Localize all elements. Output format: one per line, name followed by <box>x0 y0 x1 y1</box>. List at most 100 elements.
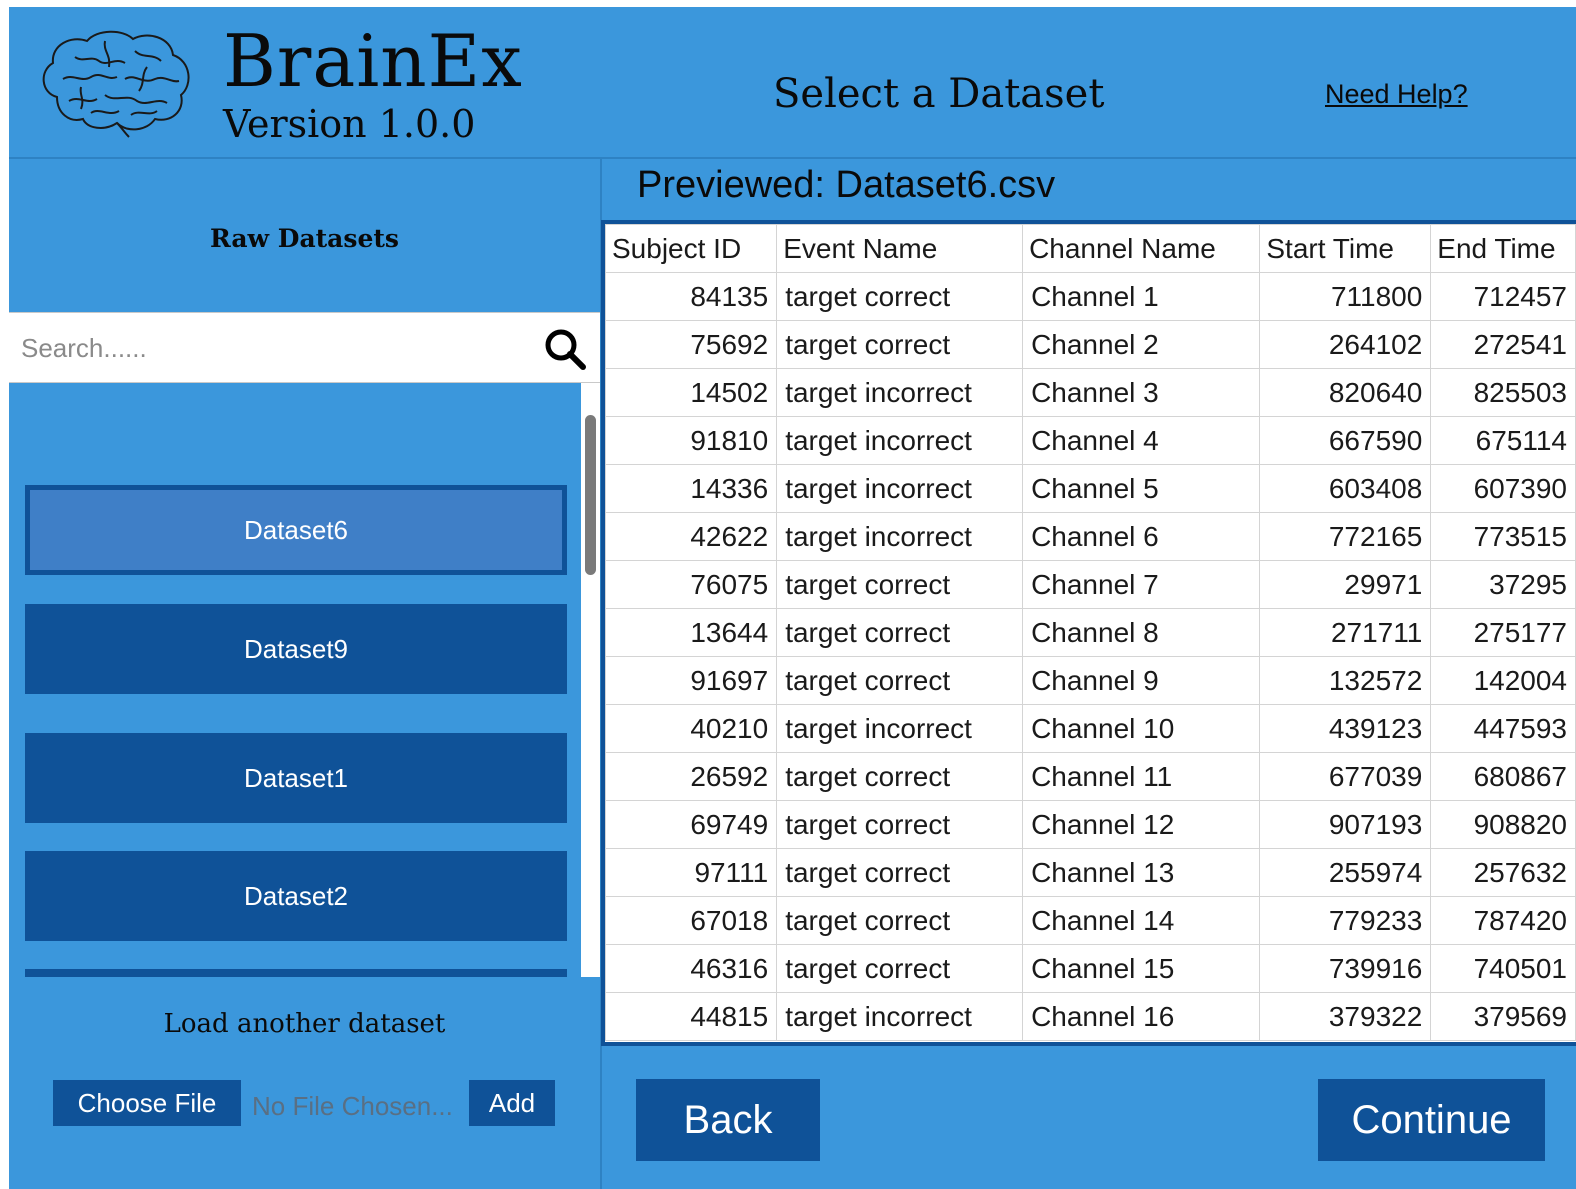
table-row: 44815 target incorrect Channel 16 379322 379… <box>605 992 1576 1041</box>
add-button[interactable]: Add <box>469 1080 555 1126</box>
table-cell: 740501 <box>1430 944 1576 993</box>
dataset-item-dataset9[interactable]: Dataset9 <box>25 604 567 694</box>
table-cell: target correct <box>776 656 1024 705</box>
table-cell: target correct <box>776 944 1024 993</box>
table-row: 91810 target incorrect Channel 4 667590 6751… <box>605 416 1576 465</box>
table-row: 91697 target correct Channel 9 132572 142004 <box>605 656 1576 705</box>
dataset-list-scrollbar[interactable] <box>581 383 600 977</box>
table-cell: 275177 <box>1430 608 1576 657</box>
table-cell: target incorrect <box>776 704 1024 753</box>
table-row: 40210 target incorrect Channel 10 439123 447… <box>605 704 1576 753</box>
table-cell: 739916 <box>1259 944 1432 993</box>
table-row: 13644 target correct Channel 8 271711 275177 <box>605 608 1576 657</box>
dataset-list: Dataset6 Dataset9 Dataset1 Dataset2 <box>9 383 600 977</box>
search-input[interactable] <box>19 325 523 371</box>
dataset-item-dataset1[interactable]: Dataset1 <box>25 733 567 823</box>
table-row: 84135 target correct Channel 1 711800 712457 <box>605 272 1576 321</box>
table-cell: 825503 <box>1430 368 1576 417</box>
table-cell: target incorrect <box>776 512 1024 561</box>
table-cell: 379569 <box>1430 992 1576 1041</box>
table-cell: target correct <box>776 752 1024 801</box>
no-file-chosen-text: No File Chosen... <box>252 1091 453 1121</box>
table-cell: Channel 2 <box>1022 320 1261 369</box>
preview-title: Previewed: Dataset6.csv <box>637 164 1056 206</box>
table-cell: 712457 <box>1430 272 1576 321</box>
table-cell: 76075 <box>605 560 778 609</box>
sidebar: Raw Datasets Dataset6 Dataset9 Dataset1 … <box>9 159 602 1189</box>
app-version: Version 1.0.0 <box>223 102 476 146</box>
table-cell: 779233 <box>1259 896 1432 945</box>
table-row: 97111 target correct Channel 13 255974 25763… <box>605 848 1576 897</box>
table-row: 69749 target correct Channel 12 907193 90882… <box>605 800 1576 849</box>
table-row: 75692 target correct Channel 2 264102 272541 <box>605 320 1576 369</box>
table-row: 67018 target correct Channel 14 779233 78742… <box>605 896 1576 945</box>
table-cell: 13644 <box>605 608 778 657</box>
table-cell: Channel 6 <box>1022 512 1261 561</box>
brain-logo <box>42 30 190 138</box>
table-cell: Channel 11 <box>1022 752 1261 801</box>
table-cell: 26592 <box>605 752 778 801</box>
table-cell: 772165 <box>1259 512 1432 561</box>
app-title: BrainEx <box>223 19 523 103</box>
table-cell: Channel 7 <box>1022 560 1261 609</box>
raw-datasets-title: Raw Datasets <box>209 224 399 253</box>
column-header: Start Time <box>1259 224 1432 273</box>
table-cell: 42622 <box>605 512 778 561</box>
table-cell: 677039 <box>1259 752 1432 801</box>
page-title: Select a Dataset <box>773 71 1105 117</box>
table-row: 42622 target incorrect Channel 6 772165 7735… <box>605 512 1576 561</box>
column-header: Event Name <box>776 224 1024 273</box>
table-cell: 91810 <box>605 416 778 465</box>
table-cell: Channel 5 <box>1022 464 1261 513</box>
continue-button[interactable]: Continue <box>1318 1079 1545 1161</box>
table-cell: Channel 15 <box>1022 944 1261 993</box>
need-help-link[interactable]: Need Help? <box>1325 79 1468 110</box>
table-cell: 132572 <box>1259 656 1432 705</box>
table-cell: 84135 <box>605 272 778 321</box>
table-cell: 14502 <box>605 368 778 417</box>
table-cell: Channel 14 <box>1022 896 1261 945</box>
table-cell: 44815 <box>605 992 778 1041</box>
choose-file-button[interactable]: Choose File <box>53 1080 241 1126</box>
table-cell: Channel 10 <box>1022 704 1261 753</box>
table-cell: 711800 <box>1259 272 1432 321</box>
table-cell: target correct <box>776 608 1024 657</box>
table-cell: 675114 <box>1430 416 1576 465</box>
table-cell: 91697 <box>605 656 778 705</box>
table-cell: 820640 <box>1259 368 1432 417</box>
table-cell: target incorrect <box>776 416 1024 465</box>
table-cell: 603408 <box>1259 464 1432 513</box>
table-cell: target correct <box>776 560 1024 609</box>
table-cell: 680867 <box>1430 752 1576 801</box>
back-button[interactable]: Back <box>636 1079 820 1161</box>
table-cell: 14336 <box>605 464 778 513</box>
table-cell: 439123 <box>1259 704 1432 753</box>
search-icon[interactable] <box>543 327 587 371</box>
preview-table-frame: Subject ID Event Name Channel Name Start… <box>601 220 1576 1046</box>
dataset-item-dataset6[interactable]: Dataset6 <box>25 485 567 575</box>
table-cell: Channel 9 <box>1022 656 1261 705</box>
table-cell: 29971 <box>1259 560 1432 609</box>
table-cell: Channel 13 <box>1022 848 1261 897</box>
table-cell: 908820 <box>1430 800 1576 849</box>
scrollbar-thumb[interactable] <box>585 415 596 575</box>
table-cell: 271711 <box>1259 608 1432 657</box>
table-row: 76075 target correct Channel 7 29971 37295 <box>605 560 1576 609</box>
dataset-item-partial[interactable] <box>25 969 567 977</box>
table-cell: target correct <box>776 848 1024 897</box>
search-box <box>9 312 600 383</box>
table-cell: target incorrect <box>776 464 1024 513</box>
table-cell: 667590 <box>1259 416 1432 465</box>
table-cell: Channel 1 <box>1022 272 1261 321</box>
table-cell: target correct <box>776 272 1024 321</box>
table-cell: 255974 <box>1259 848 1432 897</box>
table-body: 84135 target correct Channel 1 711800 712457… <box>605 272 1576 1041</box>
table-cell: 40210 <box>605 704 778 753</box>
dataset-item-dataset2[interactable]: Dataset2 <box>25 851 567 941</box>
preview-table: Subject ID Event Name Channel Name Start… <box>605 224 1576 1041</box>
table-row: 14502 target incorrect Channel 3 820640 8255… <box>605 368 1576 417</box>
table-cell: Channel 12 <box>1022 800 1261 849</box>
table-cell: 773515 <box>1430 512 1576 561</box>
table-cell: 142004 <box>1430 656 1576 705</box>
column-header: End Time <box>1430 224 1576 273</box>
